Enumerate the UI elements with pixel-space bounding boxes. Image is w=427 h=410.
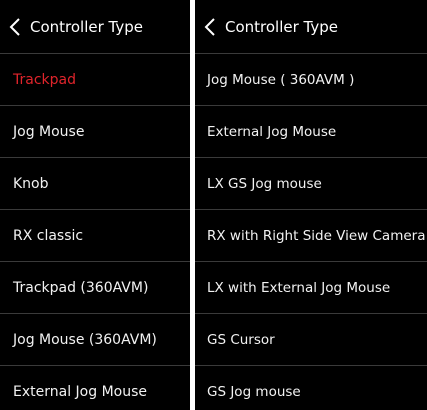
list-item-external-jog-mouse[interactable]: External Jog Mouse — [195, 106, 427, 158]
chevron-left-icon — [201, 16, 219, 38]
header: Controller Type — [0, 0, 190, 54]
list-item-rx-classic[interactable]: RX classic — [0, 210, 190, 262]
list-item-rx-right-side-view-camera[interactable]: RX with Right Side View Camera — [195, 210, 427, 262]
chevron-left-icon — [6, 16, 24, 38]
page-title: Controller Type — [225, 17, 339, 36]
page-title: Controller Type — [30, 17, 144, 36]
list-item-jog-mouse-360avm[interactable]: Jog Mouse (360AVM) — [0, 314, 190, 366]
list-item-jog-mouse-360avm[interactable]: Jog Mouse ( 360AVM ) — [195, 54, 427, 106]
list-item-gs-jog-mouse[interactable]: GS Jog mouse — [195, 366, 427, 410]
list-item-lx-gs-jog-mouse[interactable]: LX GS Jog mouse — [195, 158, 427, 210]
back-button[interactable]: Controller Type — [6, 16, 143, 38]
controller-type-panel-left: Controller Type Trackpad Jog Mouse Knob … — [0, 0, 190, 410]
list-item-gs-cursor[interactable]: GS Cursor — [195, 314, 427, 366]
list-item-trackpad-360avm[interactable]: Trackpad (360AVM) — [0, 262, 190, 314]
controller-type-list: Jog Mouse ( 360AVM ) External Jog Mouse … — [195, 54, 427, 410]
header: Controller Type — [195, 0, 427, 54]
controller-type-list: Trackpad Jog Mouse Knob RX classic Track… — [0, 54, 190, 410]
controller-type-panel-right: Controller Type Jog Mouse ( 360AVM ) Ext… — [195, 0, 427, 410]
list-item-lx-external-jog-mouse[interactable]: LX with External Jog Mouse — [195, 262, 427, 314]
back-button[interactable]: Controller Type — [201, 16, 338, 38]
list-item-knob[interactable]: Knob — [0, 158, 190, 210]
list-item-jog-mouse[interactable]: Jog Mouse — [0, 106, 190, 158]
list-item-external-jog-mouse[interactable]: External Jog Mouse — [0, 366, 190, 410]
list-item-trackpad[interactable]: Trackpad — [0, 54, 190, 106]
